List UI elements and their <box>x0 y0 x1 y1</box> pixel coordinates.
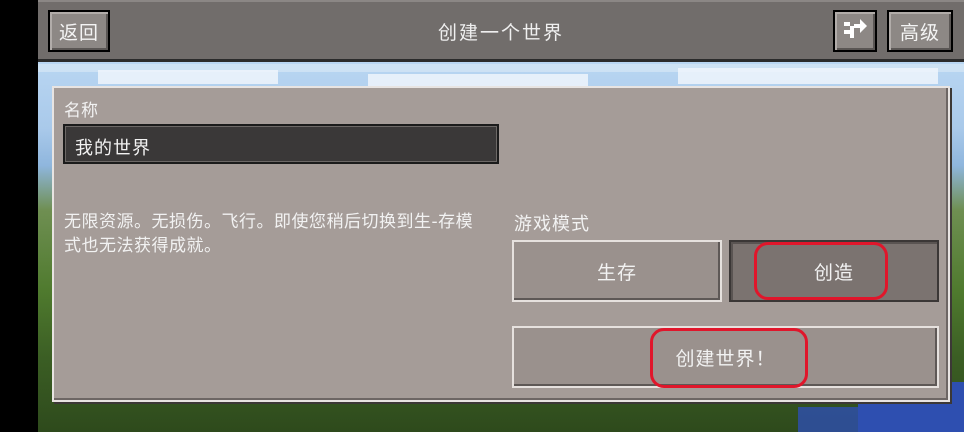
header-bar: 创建一个世界 返回 高级 <box>38 0 964 62</box>
world-name-label: 名称 <box>64 101 98 121</box>
create-world-button[interactable]: 创建世界！ <box>512 326 939 388</box>
shuffle-button[interactable] <box>833 10 877 52</box>
world-name-input[interactable]: 我的世界 <box>63 124 499 164</box>
creative-mode-button[interactable]: 创造 <box>729 240 939 302</box>
game-mode-description: 无限资源。无损伤。飞行。即使您稍后切换到生-存模式也无法获得成就。 <box>64 212 474 256</box>
left-border <box>0 0 38 432</box>
page-title: 创建一个世界 <box>437 22 564 44</box>
shuffle-arrows-icon <box>842 16 868 47</box>
back-button[interactable]: 返回 <box>48 10 110 52</box>
advanced-button[interactable]: 高级 <box>887 10 953 52</box>
survival-mode-button[interactable]: 生存 <box>512 240 722 302</box>
game-mode-label: 游戏模式 <box>514 214 590 235</box>
